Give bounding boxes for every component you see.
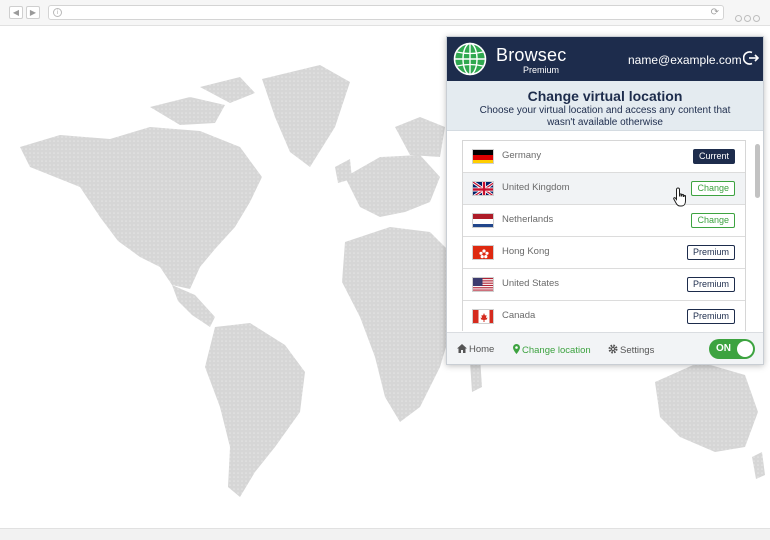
- home-tab[interactable]: Home: [457, 344, 494, 355]
- current-button[interactable]: Current: [692, 149, 735, 164]
- popup-footer: Home Change location Settings ON: [447, 332, 763, 364]
- hk-flag-icon: [472, 245, 494, 260]
- browser-toolbar: ◀ ▶ i ⟳: [0, 0, 770, 26]
- location-pin-icon: [513, 344, 520, 354]
- toggle-label: ON: [716, 343, 731, 354]
- address-bar[interactable]: i ⟳: [48, 5, 724, 20]
- home-icon: [457, 344, 467, 353]
- forward-button[interactable]: ▶: [26, 6, 40, 19]
- country-name: Germany: [502, 150, 542, 161]
- country-row-gb[interactable]: United Kingdom Change: [463, 173, 745, 205]
- country-row-us[interactable]: United States Premium: [463, 269, 745, 301]
- change-location-label: Change location: [522, 345, 591, 356]
- scrollbar-thumb[interactable]: [755, 144, 760, 198]
- ca-flag-icon: [472, 309, 494, 324]
- page-subtitle: Choose your virtual location and access …: [479, 105, 731, 128]
- gb-flag-icon: [472, 181, 494, 196]
- country-name: Netherlands: [502, 214, 554, 225]
- premium-button[interactable]: Premium: [686, 245, 735, 260]
- premium-button[interactable]: Premium: [686, 277, 735, 292]
- browser-bottom-bar: [0, 528, 770, 540]
- country-name: United States: [502, 278, 560, 289]
- toggle-knob: [737, 341, 753, 357]
- change-button[interactable]: Change: [691, 181, 735, 196]
- us-flag-icon: [472, 277, 494, 292]
- nl-flag-icon: [472, 213, 494, 228]
- gear-icon: [608, 344, 618, 354]
- premium-button[interactable]: Premium: [686, 309, 735, 324]
- back-button[interactable]: ◀: [9, 6, 23, 19]
- change-location-tab[interactable]: Change location: [513, 344, 591, 356]
- browser-menu-dots[interactable]: [735, 9, 762, 27]
- globe-logo-icon: [453, 42, 487, 76]
- settings-label: Settings: [620, 345, 655, 356]
- page-title: Change virtual location: [527, 88, 683, 104]
- reload-icon[interactable]: ⟳: [711, 7, 719, 18]
- logout-icon[interactable]: [743, 50, 759, 66]
- brand-name: Browsec: [496, 45, 567, 65]
- home-label: Home: [469, 344, 495, 355]
- vpn-toggle[interactable]: ON: [709, 339, 755, 359]
- country-name: Canada: [502, 310, 536, 321]
- info-icon: i: [53, 8, 62, 17]
- user-email: name@example.com: [628, 53, 742, 67]
- country-row-hk[interactable]: Hong Kong Premium: [463, 237, 745, 269]
- country-name: Hong Kong: [502, 246, 550, 257]
- country-row-ca[interactable]: Canada Premium: [463, 301, 745, 331]
- popup-header: Browsec Premium name@example.com: [447, 37, 763, 81]
- country-row-nl[interactable]: Netherlands Change: [463, 205, 745, 237]
- hand-cursor-icon: [673, 187, 686, 207]
- change-button[interactable]: Change: [691, 213, 735, 228]
- settings-tab[interactable]: Settings: [608, 344, 654, 356]
- de-flag-icon: [472, 149, 494, 164]
- plan-label: Premium: [523, 65, 560, 75]
- title-section: Change virtual location Choose your virt…: [447, 81, 763, 131]
- country-name: United Kingdom: [502, 182, 570, 193]
- country-row-de[interactable]: Germany Current: [463, 141, 745, 173]
- country-list: Germany Current United Kingdom Change Nether…: [462, 140, 746, 331]
